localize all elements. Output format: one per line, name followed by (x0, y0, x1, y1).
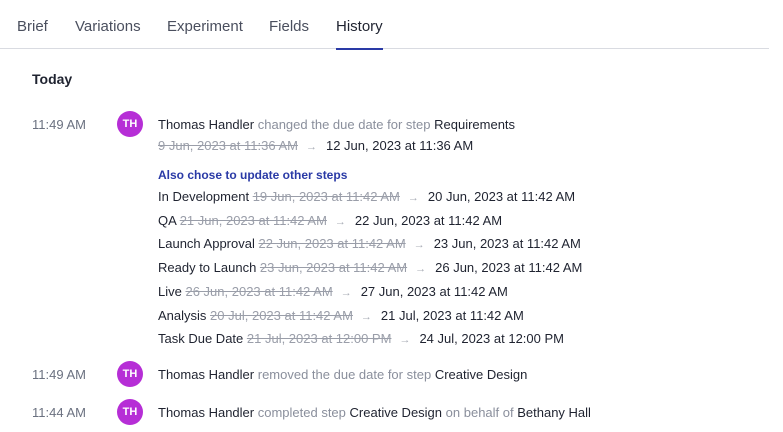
date-change: 9 Jun, 2023 at 11:36 AM → 12 Jun, 2023 at … (158, 138, 473, 153)
arrow-right-icon: → (407, 192, 419, 204)
new-date: 21 Jul, 2023 at 11:42 AM (380, 308, 524, 323)
actor-name[interactable]: Thomas Handler (158, 117, 254, 132)
arrow-right-icon: → (415, 263, 427, 275)
step-name: In Development (158, 189, 250, 204)
old-date: 26 Jun, 2023 at 11:42 AM (185, 284, 333, 299)
tab-brief[interactable]: Brief (17, 18, 48, 49)
entry-time: 11:49 AM (32, 117, 86, 132)
old-date: 20 Jul, 2023 at 11:42 AM (210, 308, 353, 323)
step-name[interactable]: Requirements (434, 117, 515, 132)
step-update-row: Ready to Launch 23 Jun, 2023 at 11:42 AM… (158, 260, 582, 275)
old-date: 19 Jun, 2023 at 11:42 AM (252, 189, 400, 204)
entry-description: Thomas Handler completed step Creative D… (158, 405, 591, 420)
step-name[interactable]: Creative Design (435, 367, 528, 382)
action-text: completed step (257, 405, 346, 420)
new-date: 12 Jun, 2023 at 11:36 AM (325, 138, 474, 153)
step-update-row: Live 26 Jun, 2023 at 11:42 AM → 27 Jun, 20… (158, 284, 508, 299)
also-updated-heading: Also chose to update other steps (158, 168, 348, 182)
step-name[interactable]: Creative Design (350, 405, 443, 420)
tab-variations[interactable]: Variations (75, 18, 141, 49)
actor-name[interactable]: Thomas Handler (158, 367, 254, 382)
new-date: 20 Jun, 2023 at 11:42 AM (427, 189, 576, 204)
arrow-right-icon: → (305, 141, 317, 153)
new-date: 27 Jun, 2023 at 11:42 AM (360, 284, 508, 299)
step-name: Ready to Launch (158, 260, 257, 275)
entry-description: Thomas Handler removed the due date for … (158, 367, 527, 382)
old-date: 21 Jul, 2023 at 12:00 PM (246, 331, 392, 346)
step-name: Live (158, 284, 182, 299)
entry-time: 11:49 AM (32, 367, 86, 382)
step-update-row: In Development 19 Jun, 2023 at 11:42 AM →… (158, 189, 575, 204)
step-update-row: QA 21 Jun, 2023 at 11:42 AM → 22 Jun, 2023… (158, 213, 502, 228)
entry-time: 11:44 AM (32, 405, 86, 420)
actor-name[interactable]: Thomas Handler (158, 405, 254, 420)
tab-fields[interactable]: Fields (269, 18, 309, 49)
avatar[interactable]: TH (117, 399, 143, 425)
step-update-row: Task Due Date 21 Jul, 2023 at 12:00 PM → 2… (158, 331, 564, 346)
entry-description: Thomas Handler changed the due date for … (158, 117, 515, 132)
step-update-row: Analysis 20 Jul, 2023 at 11:42 AM → 21 Jul… (158, 308, 524, 323)
step-name: QA (158, 213, 177, 228)
old-date: 21 Jun, 2023 at 11:42 AM (179, 213, 327, 228)
step-name: Analysis (158, 308, 207, 323)
tab-bar: Brief Variations Experiment Fields Histo… (0, 0, 769, 50)
arrow-right-icon: → (340, 287, 352, 299)
avatar[interactable]: TH (117, 361, 143, 387)
action-text: changed the due date for step (257, 117, 431, 132)
new-date: 26 Jun, 2023 at 11:42 AM (435, 260, 583, 275)
behalf-text: on behalf of (445, 405, 514, 420)
new-date: 24 Jul, 2023 at 12:00 PM (419, 331, 564, 346)
old-date: 9 Jun, 2023 at 11:36 AM (158, 138, 298, 153)
new-date: 23 Jun, 2023 at 11:42 AM (433, 236, 581, 251)
old-date: 23 Jun, 2023 at 11:42 AM (259, 260, 408, 275)
arrow-right-icon: → (399, 334, 411, 346)
avatar[interactable]: TH (117, 111, 143, 137)
tab-history[interactable]: History (336, 18, 383, 50)
step-name: Task Due Date (158, 331, 244, 346)
old-date: 22 Jun, 2023 at 11:42 AM (258, 236, 406, 251)
tab-experiment[interactable]: Experiment (167, 18, 243, 49)
action-text: removed the due date for step (257, 367, 432, 382)
arrow-right-icon: → (334, 216, 346, 228)
new-date: 22 Jun, 2023 at 11:42 AM (354, 213, 503, 228)
arrow-right-icon: → (413, 239, 425, 251)
day-heading: Today (32, 71, 73, 87)
step-update-row: Launch Approval 22 Jun, 2023 at 11:42 AM… (158, 236, 581, 251)
step-name: Launch Approval (158, 236, 255, 251)
behalf-user[interactable]: Bethany Hall (517, 405, 591, 420)
arrow-right-icon: → (360, 311, 372, 323)
